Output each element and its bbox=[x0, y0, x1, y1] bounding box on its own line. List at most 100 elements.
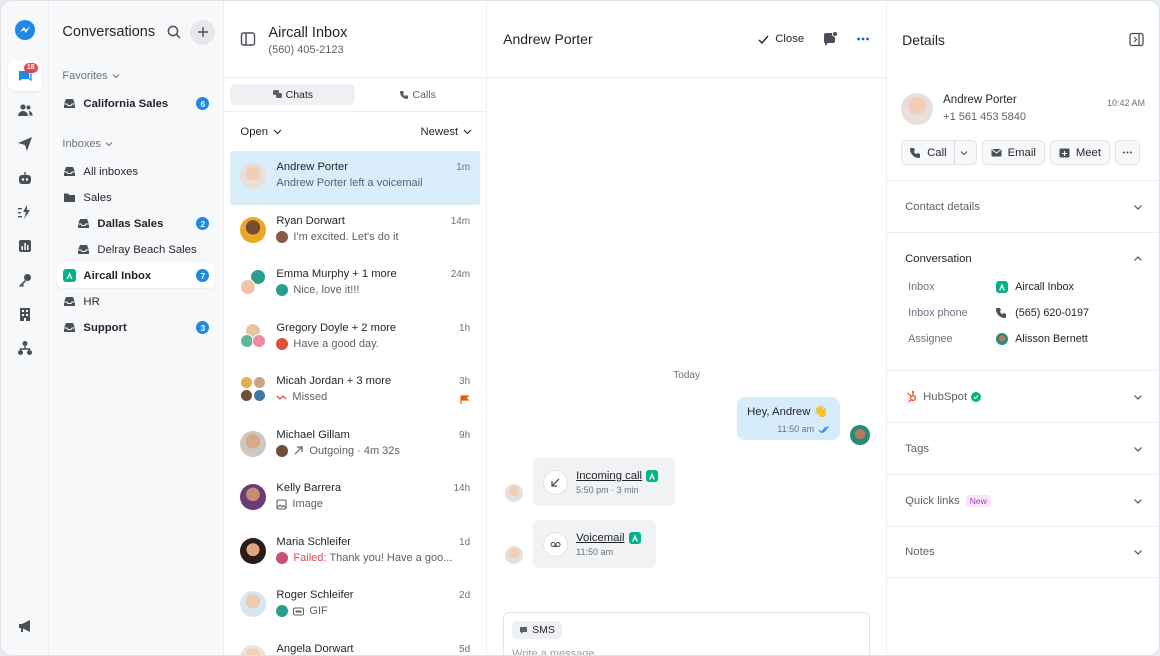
avatar bbox=[240, 591, 267, 617]
contact-phone: +1 561 453 5840 bbox=[943, 111, 1027, 123]
conversation-time: 3h bbox=[459, 376, 471, 387]
message-input[interactable]: Write a message bbox=[512, 648, 861, 655]
details-panel: Details Andrew Porter +1 561 453 5840 10… bbox=[887, 1, 1159, 655]
rail-teams[interactable] bbox=[8, 333, 42, 363]
new-conversation-button[interactable] bbox=[190, 19, 216, 45]
sidebar-item-support[interactable]: Support 3 bbox=[57, 315, 215, 340]
missed-call-icon bbox=[276, 394, 287, 400]
voicemail-meta: 11:50 am bbox=[576, 546, 613, 557]
conversation-item-emma-murphy[interactable]: Emma Murphy + 1 more Nice, love it!!! 24… bbox=[230, 258, 480, 312]
rail-conversations[interactable]: 18 bbox=[7, 61, 42, 91]
rail-automations[interactable] bbox=[8, 197, 42, 227]
group-avatar bbox=[240, 322, 267, 349]
chevron-down-icon bbox=[112, 74, 120, 79]
lightning-list-icon bbox=[17, 205, 30, 219]
aircall-logo-icon bbox=[646, 469, 659, 482]
conversation-item-kelly-barrera[interactable]: Kelly Barrera Image 14h bbox=[230, 472, 480, 526]
detail-value: (565) 620-0197 bbox=[1015, 307, 1089, 319]
conversation-name: Andrew Porter bbox=[276, 161, 348, 173]
message-composer[interactable]: SMS Write a message bbox=[503, 612, 871, 655]
rail-announcements[interactable] bbox=[8, 611, 42, 641]
more-actions-button[interactable] bbox=[1114, 140, 1140, 165]
rail-company[interactable] bbox=[8, 299, 42, 329]
section-label: Notes bbox=[905, 546, 935, 558]
favorites-section-toggle[interactable]: Favorites bbox=[57, 67, 215, 85]
sidebar-item-dallas-sales[interactable]: Dallas Sales 2 bbox=[57, 211, 215, 236]
org-chart-icon bbox=[17, 341, 32, 355]
status-filter-dropdown[interactable]: Open bbox=[240, 126, 282, 138]
rail-campaigns[interactable] bbox=[8, 129, 42, 159]
inboxes-section-toggle[interactable]: Inboxes bbox=[57, 135, 215, 153]
app-logo-icon[interactable] bbox=[14, 19, 36, 41]
building-icon bbox=[19, 308, 30, 321]
rail-integrations[interactable] bbox=[8, 265, 42, 295]
conversation-item-michael-gillam[interactable]: Michael Gillam Outgoing · 4m 32s 9h bbox=[230, 419, 480, 473]
incoming-call-title[interactable]: Incoming call bbox=[576, 470, 642, 482]
inbox-tray-icon bbox=[64, 297, 76, 306]
conversation-preview: GIF bbox=[309, 605, 328, 617]
section-hubspot[interactable]: HubSpot bbox=[887, 370, 1159, 422]
toggle-sidebar-icon[interactable] bbox=[240, 31, 256, 47]
tab-chats[interactable]: Chats bbox=[230, 84, 356, 105]
conversation-time: 24m bbox=[450, 269, 471, 280]
conversation-item-maria-schleifer[interactable]: Maria Schleifer Failed: Thank you! Have a… bbox=[230, 526, 480, 580]
snooze-icon[interactable] bbox=[822, 31, 839, 47]
conversation-item-gregory-doyle[interactable]: Gregory Doyle + 2 more Have a good day. … bbox=[230, 312, 480, 366]
conversation-item-ryan-dorwart[interactable]: Ryan Dorwart I'm excited. Let's do it 14… bbox=[230, 205, 480, 259]
detail-value[interactable]: Alisson Bernett bbox=[1015, 333, 1088, 345]
avatar bbox=[996, 333, 1009, 345]
conversation-name: Michael Gillam bbox=[276, 428, 350, 441]
voicemail-card[interactable]: Voicemail 11:50 am bbox=[533, 520, 657, 568]
meet-button[interactable]: Meet bbox=[1049, 140, 1110, 165]
tab-calls[interactable]: Calls bbox=[355, 84, 480, 105]
conversation-item-angela-dorwart[interactable]: Angela Dorwart 5d bbox=[230, 633, 480, 655]
section-contact-details[interactable]: Contact details bbox=[887, 180, 1159, 232]
detail-key: Inbox bbox=[908, 281, 935, 293]
more-options-icon[interactable] bbox=[856, 32, 870, 46]
conversation-preview: Missed bbox=[292, 391, 328, 403]
inbox-tray-icon bbox=[64, 99, 76, 108]
sidebar-item-all-inboxes[interactable]: All inboxes bbox=[57, 159, 215, 184]
incoming-call-card[interactable]: Incoming call 5:50 pm · 3 min bbox=[533, 458, 676, 506]
section-notes[interactable]: Notes bbox=[887, 526, 1159, 578]
detail-row-inbox-phone: Inbox phone (565) 620-0197 bbox=[887, 300, 1159, 326]
sidebar-item-sales[interactable]: Sales bbox=[57, 185, 215, 210]
calendar-plus-icon bbox=[1059, 148, 1070, 158]
sidebar-item-label: Aircall Inbox bbox=[83, 269, 152, 282]
conversation-preview: I'm excited. Let's do it bbox=[293, 230, 399, 243]
message-text: Hey, Andrew 👋 bbox=[747, 406, 828, 418]
people-icon bbox=[17, 104, 33, 116]
section-tags[interactable]: Tags bbox=[887, 422, 1159, 474]
conversation-item-roger-schleifer[interactable]: Roger Schleifer GIF 2d bbox=[230, 579, 480, 633]
failed-status: Failed: bbox=[293, 551, 327, 564]
rail-contacts[interactable] bbox=[8, 95, 42, 125]
close-conversation-button[interactable]: Close bbox=[757, 33, 804, 46]
megaphone-icon bbox=[18, 620, 30, 632]
close-label: Close bbox=[775, 33, 805, 45]
conversation-item-micah-jordan[interactable]: Micah Jordan + 3 more Missed 3h bbox=[230, 365, 480, 419]
contact-name[interactable]: Andrew Porter bbox=[943, 94, 1026, 106]
sort-dropdown[interactable]: Newest bbox=[420, 126, 472, 138]
detail-value: Aircall Inbox bbox=[1015, 281, 1074, 293]
rail-analytics[interactable] bbox=[8, 231, 42, 261]
tab-calls-label: Calls bbox=[412, 88, 436, 101]
conversation-item-andrew-porter[interactable]: Andrew Porter Andrew Porter left a voice… bbox=[230, 151, 481, 205]
sidebar-item-label: Dallas Sales bbox=[97, 217, 164, 230]
email-label: Email bbox=[1007, 146, 1036, 159]
search-icon[interactable] bbox=[166, 24, 182, 40]
call-options-dropdown[interactable] bbox=[953, 140, 968, 165]
avatar bbox=[276, 444, 289, 457]
flag-icon bbox=[460, 395, 470, 404]
sidebar-item-hr[interactable]: HR bbox=[57, 289, 215, 314]
nav-rail: 18 bbox=[1, 1, 50, 655]
rail-bots[interactable] bbox=[8, 163, 42, 193]
sidebar-item-aircall-inbox[interactable]: Aircall Inbox 7 bbox=[57, 263, 216, 288]
voicemail-title[interactable]: Voicemail bbox=[576, 532, 624, 544]
section-quick-links[interactable]: Quick links New bbox=[887, 474, 1159, 526]
channel-selector[interactable]: SMS bbox=[512, 621, 562, 639]
sidebar-item-delray-beach-sales[interactable]: Delray Beach Sales bbox=[57, 237, 215, 262]
plus-icon bbox=[197, 27, 208, 37]
email-button[interactable]: Email bbox=[981, 140, 1045, 165]
call-button[interactable]: Call bbox=[901, 140, 977, 165]
sidebar-item-california-sales[interactable]: California Sales 6 bbox=[57, 91, 215, 116]
